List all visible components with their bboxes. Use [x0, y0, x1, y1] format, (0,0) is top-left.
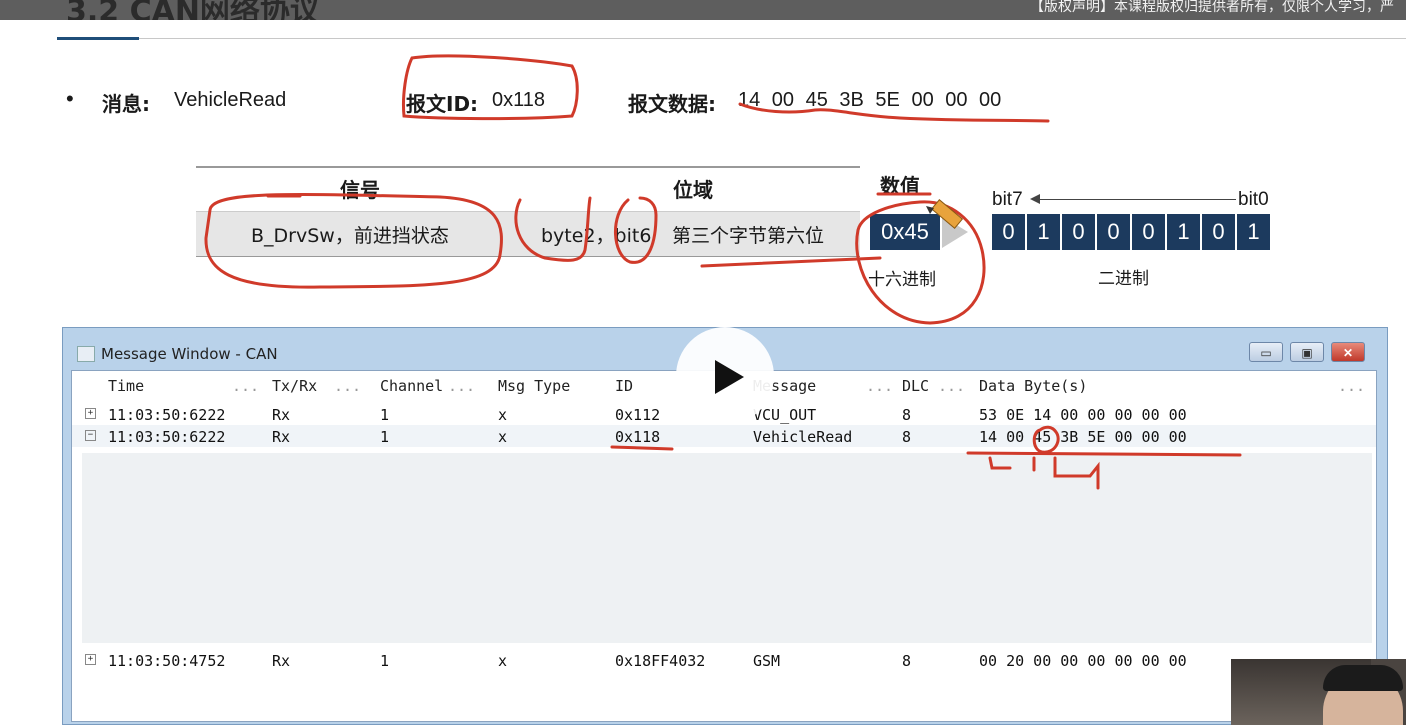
cell-message: VCU_OUT — [753, 406, 817, 424]
bitfield-cell: byte2，bit6 — [541, 225, 652, 247]
message-label: 消息: — [102, 92, 150, 116]
value-header: 数值 — [880, 174, 920, 198]
cell-msgtype: x — [498, 428, 508, 446]
cell-msgtype: x — [498, 652, 508, 670]
cell-data: 53 0E 14 00 00 00 00 00 — [979, 406, 1187, 424]
arrow-left-icon — [1030, 194, 1040, 204]
cell-txrx: Rx — [272, 406, 291, 424]
binary-bit: 0 — [992, 214, 1025, 250]
cell-message: GSM — [753, 652, 781, 670]
copyright-notice: 【版权声明】本课程版权归提供者所有，仅限个人学习，严 — [1030, 0, 1394, 15]
window-icon — [77, 346, 95, 362]
binary-bit: 1 — [1027, 214, 1060, 250]
cell-channel: 1 — [380, 406, 390, 424]
signal-header: 信号 — [340, 178, 380, 202]
bit0-label: bit0 — [1238, 189, 1269, 210]
title-divider-accent — [57, 37, 139, 40]
message-name: VehicleRead — [174, 89, 287, 111]
binary-bit: 0 — [1097, 214, 1130, 250]
webcam-thumbnail — [1231, 659, 1406, 725]
close-button[interactable]: ✕ — [1331, 342, 1365, 362]
bitfield-header: 位域 — [673, 178, 713, 202]
binary-bit: 1 — [1167, 214, 1200, 250]
column-ellipsis: ... — [334, 377, 362, 395]
cell-dlc: 8 — [902, 406, 912, 424]
bit-order-arrow — [1040, 199, 1236, 200]
binary-bit: 0 — [1202, 214, 1235, 250]
column-header-msgtype[interactable]: Msg Type — [498, 377, 570, 395]
frame-id-value: 0x118 — [492, 89, 546, 111]
column-header-data[interactable]: Data Byte(s) — [979, 377, 1087, 395]
cell-msgtype: x — [498, 406, 508, 424]
column-ellipsis: ... — [1338, 377, 1366, 395]
minimize-button[interactable]: ▭ — [1249, 342, 1283, 362]
cell-data: 14 00 45 3B 5E 00 00 00 — [979, 428, 1187, 446]
signal-name-cell: B_DrvSw，前进挡状态 — [251, 225, 449, 247]
binary-bit: 0 — [1062, 214, 1095, 250]
cell-id: 0x18FF4032 — [615, 652, 706, 670]
table-top-rule — [196, 166, 860, 168]
collapse-icon[interactable]: − — [85, 430, 96, 441]
bitfield-description-cell: 第三个字节第六位 — [672, 225, 825, 247]
table-row[interactable]: + 11:03:50:4752 Rx 1 x 0x18FF4032 GSM 8 … — [72, 649, 1376, 671]
cell-txrx: Rx — [272, 428, 291, 446]
frame-data-label: 报文数据: — [628, 92, 716, 116]
title-divider — [57, 38, 1406, 39]
hex-caption: 十六进制 — [868, 270, 936, 290]
column-ellipsis: ... — [448, 377, 476, 395]
binary-bit: 1 — [1237, 214, 1270, 250]
cell-time: 11:03:50:6222 — [108, 428, 226, 446]
column-ellipsis: ... — [866, 377, 894, 395]
cell-channel: 1 — [380, 428, 390, 446]
hex-value-box: 0x45 — [870, 214, 940, 250]
column-ellipsis: ... — [938, 377, 966, 395]
bit7-label: bit7 — [992, 189, 1023, 210]
cell-data: 00 20 00 00 00 00 00 00 — [979, 652, 1187, 670]
binary-bit: 0 — [1132, 214, 1165, 250]
binary-caption: 二进制 — [1098, 269, 1149, 289]
expanded-detail-area — [82, 453, 1372, 643]
column-header-txrx[interactable]: Tx/Rx — [272, 377, 317, 395]
column-header-dlc[interactable]: DLC — [902, 377, 929, 395]
cell-time: 11:03:50:4752 — [108, 652, 226, 670]
table-row-selected[interactable]: − 11:03:50:6222 Rx 1 x 0x118 VehicleRead… — [72, 425, 1376, 447]
cell-dlc: 8 — [902, 652, 912, 670]
conversion-arrow-icon — [942, 216, 968, 248]
cell-txrx: Rx — [272, 652, 291, 670]
expand-icon[interactable]: + — [85, 408, 96, 419]
column-ellipsis: ... — [232, 377, 260, 395]
column-header-time[interactable]: Time — [108, 377, 144, 395]
cell-message: VehicleRead — [753, 428, 853, 446]
column-header-channel[interactable]: Channel — [380, 377, 443, 395]
cell-time: 11:03:50:6222 — [108, 406, 226, 424]
signal-table: 信号 位域 B_DrvSw，前进挡状态 byte2，bit6 第三个字节第六位 — [196, 166, 860, 258]
column-header-id[interactable]: ID — [615, 377, 633, 395]
expand-icon[interactable]: + — [85, 654, 96, 665]
cell-channel: 1 — [380, 652, 390, 670]
cell-id: 0x118 — [615, 428, 661, 446]
slide-title: 3.2 CAN网络协议 — [66, 0, 320, 20]
maximize-button[interactable]: ▣ — [1290, 342, 1324, 362]
bullet: • — [66, 86, 74, 111]
frame-data-value: 14 00 45 3B 5E 00 00 00 — [738, 89, 1002, 111]
play-icon[interactable] — [715, 360, 744, 394]
top-bar: 3.2 CAN网络协议 【版权声明】本课程版权归提供者所有，仅限个人学习，严 — [0, 0, 1406, 20]
binary-bits: 0 1 0 0 0 1 0 1 — [992, 214, 1272, 250]
frame-id-label: 报文ID: — [406, 92, 479, 116]
annotation-underline-bitdesc — [700, 256, 882, 268]
cell-dlc: 8 — [902, 428, 912, 446]
presenter-hair — [1323, 665, 1403, 691]
cell-id: 0x112 — [615, 406, 661, 424]
window-title: Message Window - CAN — [101, 345, 278, 363]
